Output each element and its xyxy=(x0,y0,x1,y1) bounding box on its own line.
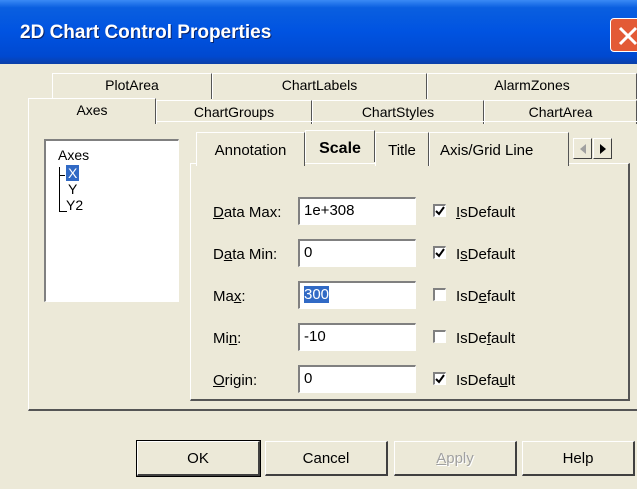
data-min-label: Data Min: xyxy=(213,246,278,263)
min-isdefault-checkbox[interactable] xyxy=(433,330,446,343)
chevron-left-icon xyxy=(580,144,586,154)
data-max-input[interactable]: 1e+308 xyxy=(298,197,416,225)
origin-isdefault-checkbox[interactable] xyxy=(433,372,446,385)
tab-scroll-right-button[interactable] xyxy=(593,138,612,159)
tab-scroll-left-button[interactable] xyxy=(573,138,592,159)
data-max-label: Data Max: xyxy=(213,204,282,221)
window-title: 2D Chart Control Properties xyxy=(20,22,272,43)
close-icon xyxy=(618,26,637,46)
tree-item-x[interactable]: X xyxy=(64,164,81,182)
tree-item-y[interactable]: Y xyxy=(68,181,77,197)
tree-item-y2[interactable]: Y2 xyxy=(66,197,83,213)
max-input[interactable]: 300 xyxy=(298,281,416,309)
max-label: Max: xyxy=(213,288,246,305)
tab-scale[interactable]: Scale xyxy=(305,130,375,162)
data-min-isdefault-label: IsDefault xyxy=(456,246,516,263)
min-label: Min: xyxy=(213,330,242,347)
min-isdefault-label: IsDefault xyxy=(456,330,516,347)
apply-button[interactable]: Apply xyxy=(394,441,517,476)
tree-connector xyxy=(59,167,60,211)
tab-plotarea[interactable]: PlotArea xyxy=(52,73,212,99)
tree-root-axes[interactable]: Axes xyxy=(58,147,89,163)
max-isdefault-label: IsDefault xyxy=(456,288,516,305)
title-bar: 2D Chart Control Properties xyxy=(0,0,637,64)
tab-axis-grid-line[interactable]: Axis/Grid Line xyxy=(429,132,569,166)
data-max-isdefault-checkbox[interactable] xyxy=(433,204,446,217)
min-input[interactable]: -10 xyxy=(298,323,416,351)
chevron-right-icon xyxy=(600,144,606,154)
tab-alarmzones[interactable]: AlarmZones xyxy=(427,73,637,99)
axes-tree[interactable]: Axes X Y Y2 xyxy=(44,139,179,302)
origin-input[interactable]: 0 xyxy=(298,365,416,393)
ok-button[interactable]: OK xyxy=(136,440,261,477)
tab-chartlabels[interactable]: ChartLabels xyxy=(212,73,427,99)
data-min-isdefault-checkbox[interactable] xyxy=(433,246,446,259)
checkmark-icon xyxy=(435,248,445,258)
tab-axes[interactable]: Axes xyxy=(28,98,156,124)
origin-label: Origin: xyxy=(213,372,258,389)
help-button[interactable]: Help xyxy=(522,441,635,476)
origin-isdefault-label: IsDefault xyxy=(456,372,516,389)
cancel-button[interactable]: Cancel xyxy=(265,441,388,476)
checkmark-icon xyxy=(435,206,445,216)
tab-annotation[interactable]: Annotation xyxy=(196,132,305,166)
data-max-isdefault-label: IsDefault xyxy=(456,204,516,221)
tab-title[interactable]: Title xyxy=(375,132,429,166)
data-min-input[interactable]: 0 xyxy=(298,239,416,267)
checkmark-icon xyxy=(435,374,445,384)
close-button[interactable] xyxy=(610,18,637,52)
max-isdefault-checkbox[interactable] xyxy=(433,288,446,301)
